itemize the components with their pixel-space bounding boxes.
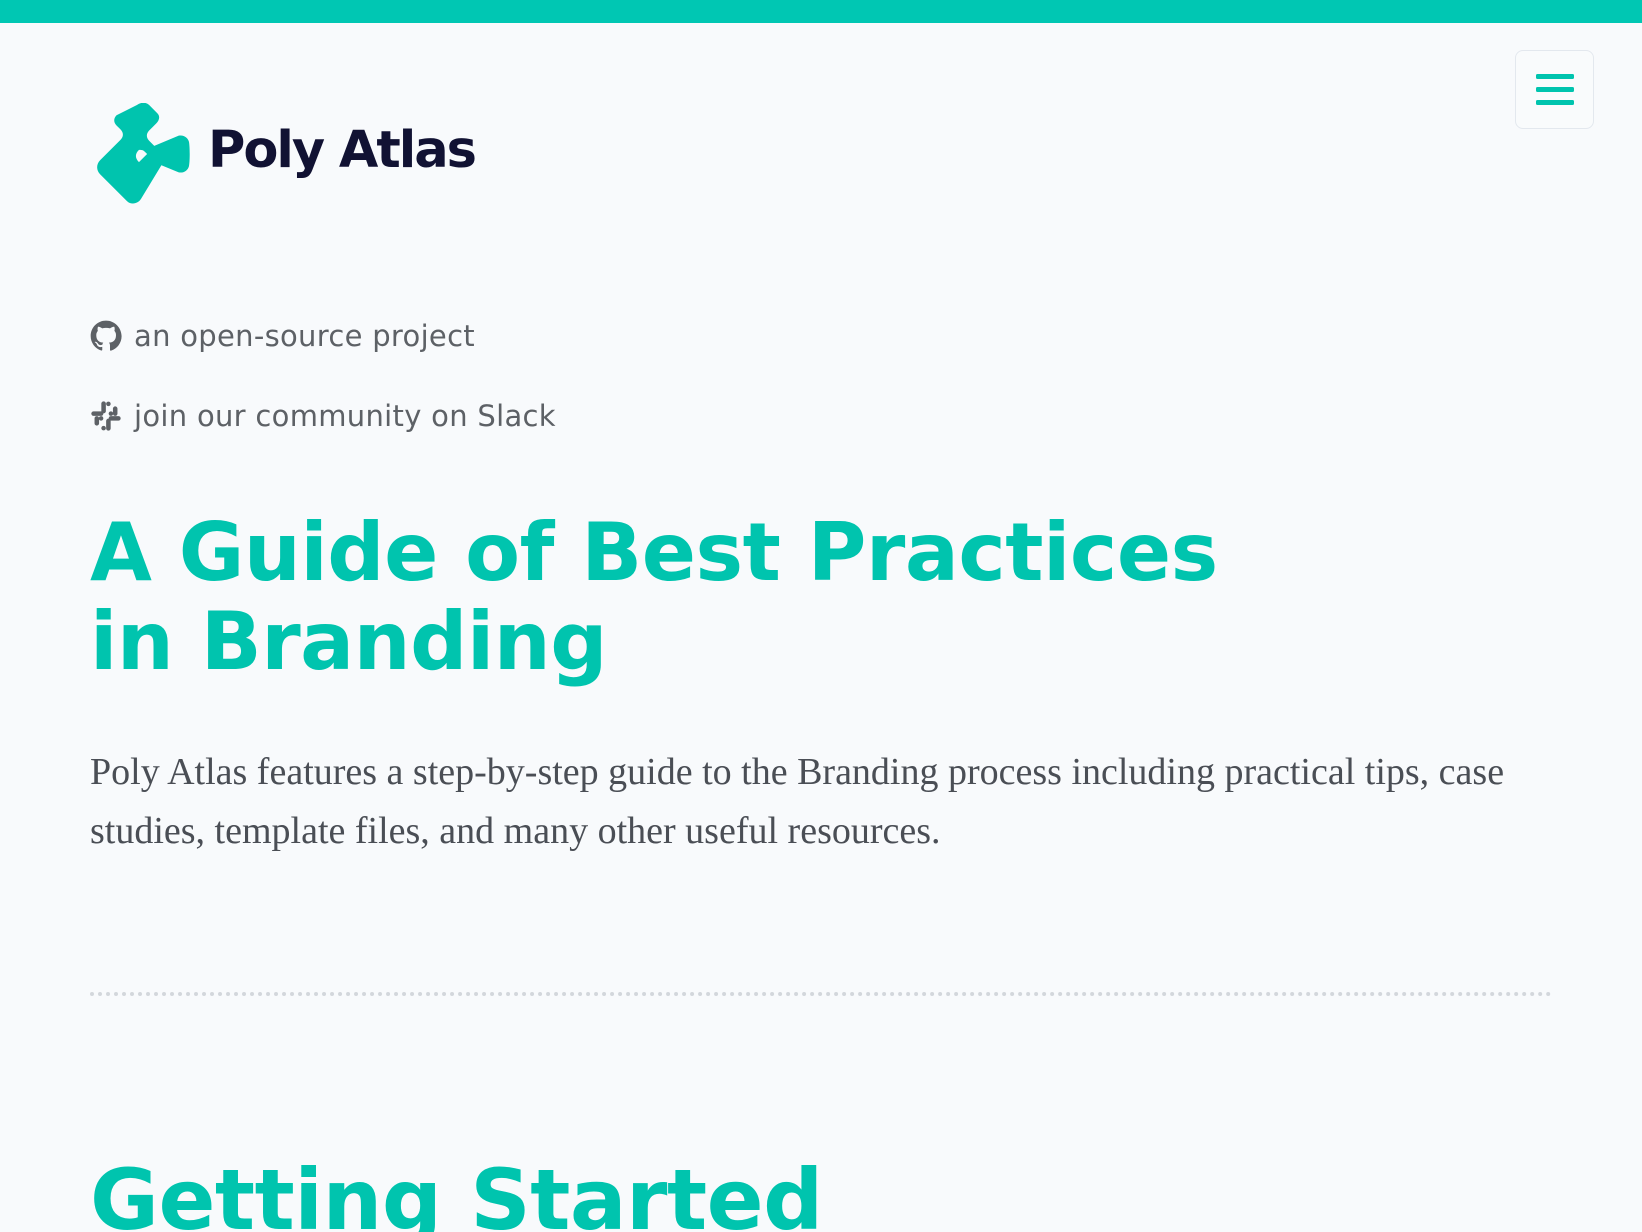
- hero-title-line: in Branding: [90, 595, 608, 688]
- menu-button[interactable]: [1515, 50, 1594, 129]
- section-divider: [90, 992, 1552, 996]
- slack-icon: [91, 401, 121, 431]
- brand-logo-link[interactable]: Poly Atlas: [90, 102, 477, 206]
- open-source-link[interactable]: an open-source project: [90, 312, 556, 360]
- hero-description: Poly Atlas features a step-by-step guide…: [90, 751, 1505, 852]
- hamburger-icon: [1535, 74, 1574, 105]
- section-title-getting-started: Getting Started: [90, 1151, 823, 1232]
- brand-name: Poly Atlas: [208, 120, 477, 180]
- hero-title-line: A Guide of Best Practices: [90, 506, 1218, 599]
- github-icon: [90, 320, 122, 351]
- top-accent-bar: [0, 0, 1642, 23]
- open-source-label: an open-source project: [134, 319, 475, 353]
- slack-community-label: join our community on Slack: [134, 399, 556, 433]
- hero-title: A Guide of Best Practices in Branding: [90, 508, 1390, 686]
- poly-atlas-logo-icon: [97, 103, 190, 204]
- community-links: an open-source project join our communit…: [90, 312, 556, 440]
- slack-community-link[interactable]: join our community on Slack: [90, 392, 556, 440]
